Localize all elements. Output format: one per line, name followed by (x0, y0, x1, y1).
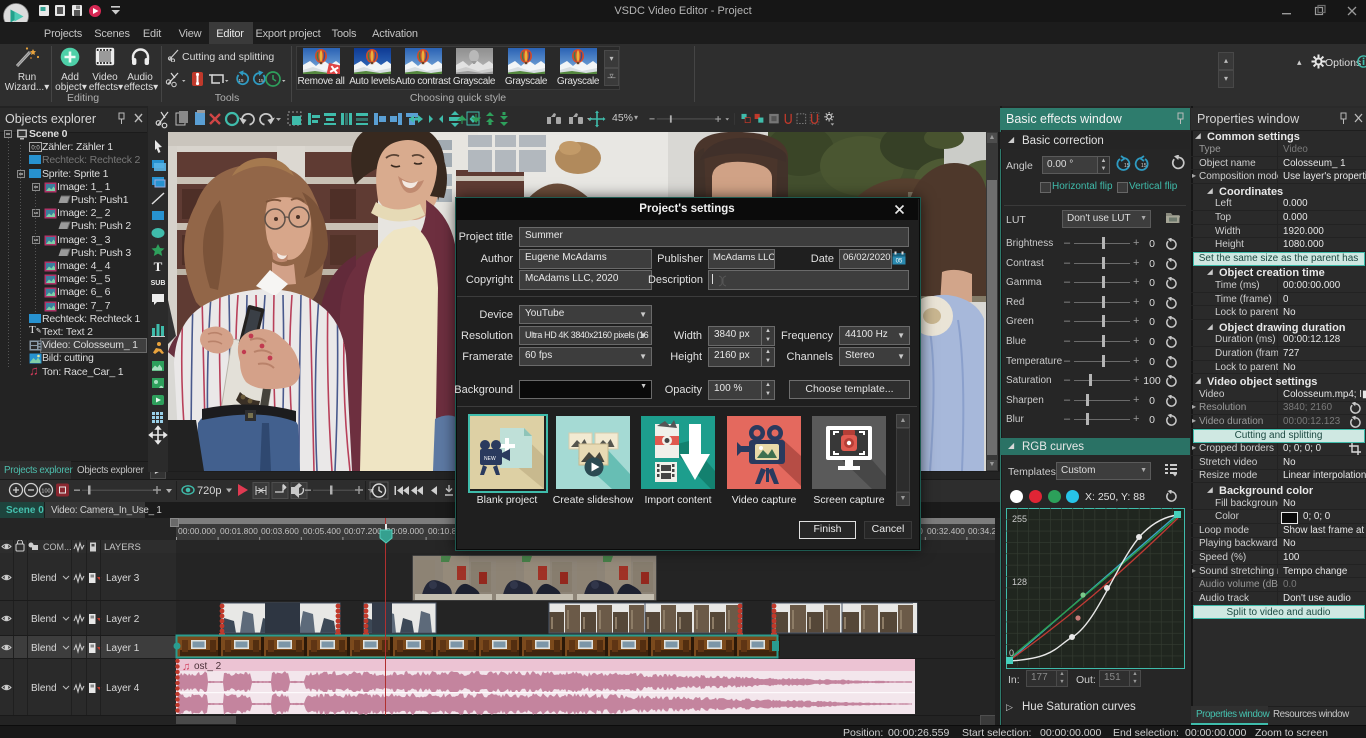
svg-text:15: 15 (1124, 163, 1130, 169)
svg-text:ost_ 2: ost_ 2 (194, 661, 222, 672)
svg-text:128: 128 (1012, 577, 1027, 587)
svg-text:♫: ♫ (182, 661, 190, 673)
svg-text:0: 0 (1009, 648, 1014, 658)
svg-text:255: 255 (1012, 514, 1027, 524)
svg-text:15: 15 (1141, 163, 1147, 169)
svg-text:05: 05 (896, 259, 903, 265)
